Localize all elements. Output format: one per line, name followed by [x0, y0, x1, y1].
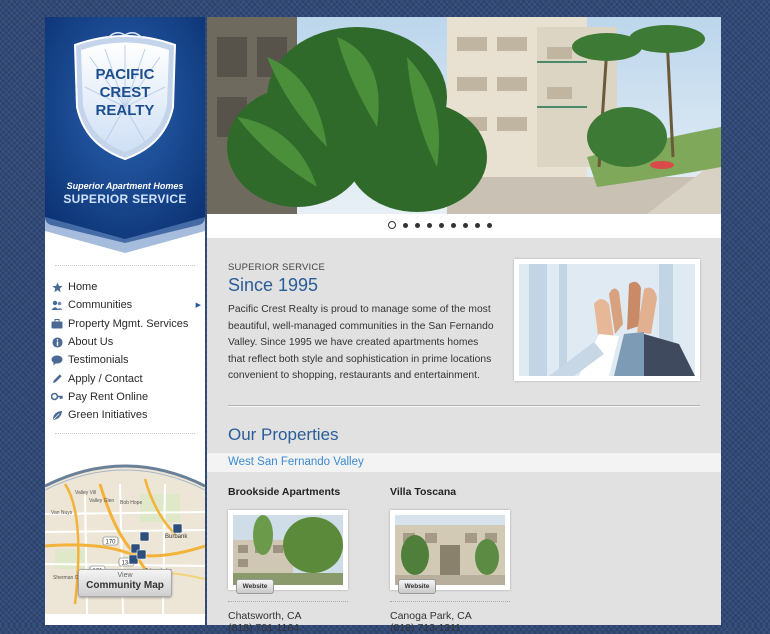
nav-label: Communities: [68, 299, 133, 312]
properties-heading: Our Properties: [228, 425, 339, 444]
main-content: SUPERIOR SERVICE Since 1995 Pacific Cres…: [207, 17, 721, 634]
property-photo-frame[interactable]: [390, 510, 510, 590]
property-city: Canoga Park, CA: [390, 610, 472, 622]
logo-text-3: REALTY: [96, 102, 155, 119]
pager-dot[interactable]: [388, 221, 396, 229]
nav-label: Pay Rent Online: [68, 390, 149, 403]
logo-banner[interactable]: PACIFIC CREST REALTY Superior Apartment …: [45, 17, 205, 261]
map-label-burbank: Burbank: [165, 534, 188, 540]
pager-dot[interactable]: [451, 223, 456, 228]
logo-text-2: CREST: [100, 84, 151, 101]
property-name[interactable]: Villa Toscana: [390, 486, 456, 498]
pager-dot[interactable]: [475, 223, 480, 228]
brookside-photo: [233, 515, 343, 585]
website-button[interactable]: Website: [398, 579, 436, 594]
nav-label: Green Initiatives: [68, 409, 148, 422]
key-icon: [51, 391, 63, 403]
main-nav: Home Communities ▶ Property Mgmt. Servic…: [51, 278, 203, 424]
speech-bubble-icon: [51, 354, 63, 366]
property-phone: (818) 701-1164: [228, 622, 300, 634]
intro-paragraph: Pacific Crest Realty is proud to manage …: [228, 304, 494, 381]
logo-text-1: PACIFIC: [96, 66, 155, 83]
villa-toscana-photo: [395, 515, 505, 585]
nav-item-about-us[interactable]: About Us: [51, 333, 203, 351]
info-icon: [51, 336, 63, 348]
tagline-strong: SUPERIOR SERVICE: [63, 192, 187, 206]
nav-label: About Us: [68, 336, 114, 349]
property-name[interactable]: Brookside Apartments: [228, 486, 340, 498]
section-divider: [228, 405, 700, 407]
nav-divider-bottom: [55, 433, 195, 434]
nav-divider-top: [55, 265, 195, 266]
tagline: Superior Apartment Homes: [66, 181, 184, 191]
card-divider: [228, 601, 348, 602]
region-link[interactable]: West San Fernando Valley: [228, 456, 364, 468]
nav-item-green-initiatives[interactable]: Green Initiatives: [51, 406, 203, 424]
map-label-bob-hope: Bob Hope: [120, 500, 142, 506]
pager-dot[interactable]: [463, 223, 468, 228]
pencil-icon: [51, 373, 63, 385]
hero-photo-apartments: [207, 17, 721, 214]
map-button-label: Community Map: [86, 580, 164, 591]
region-header: West San Fernando Valley: [207, 453, 721, 472]
property-phone: (818) 713-1311: [390, 622, 462, 634]
pager-dot[interactable]: [427, 223, 432, 228]
pager-dot[interactable]: [439, 223, 444, 228]
pacific-crest-logo: PACIFIC CREST REALTY: [45, 17, 205, 253]
map-button-small-label: View: [117, 572, 133, 579]
sidebar: PACIFIC CREST REALTY Superior Apartment …: [45, 17, 205, 625]
hands-together-image: [519, 264, 695, 376]
pager-dots: [388, 221, 492, 229]
map-label-valley-vill: Valley Vill: [75, 490, 96, 496]
star-icon: [51, 281, 63, 293]
route-label-170: 170: [105, 540, 116, 546]
nav-item-testimonials[interactable]: Testimonials: [51, 351, 203, 369]
view-community-map-button[interactable]: View Community Map: [78, 569, 172, 597]
teamwork-photo: [514, 259, 700, 381]
map-label-van-nuys: Van Nuys: [51, 510, 73, 516]
people-icon: [51, 299, 63, 311]
nav-item-property-mgmt[interactable]: Property Mgmt. Services: [51, 315, 203, 333]
nav-item-home[interactable]: Home: [51, 278, 203, 296]
pager-dot[interactable]: [415, 223, 420, 228]
nav-label: Property Mgmt. Services: [68, 317, 189, 330]
intro-kicker: SUPERIOR SERVICE: [228, 262, 325, 273]
nav-item-pay-rent[interactable]: Pay Rent Online: [51, 388, 203, 406]
intro-heading: Since 1995: [228, 275, 319, 295]
nav-item-communities[interactable]: Communities ▶: [51, 296, 203, 314]
slideshow-pager: [207, 214, 721, 238]
hero-slideshow-image: [207, 17, 721, 214]
property-photo-frame[interactable]: [228, 510, 348, 590]
leaf-icon: [51, 409, 63, 421]
briefcase-icon: [51, 318, 63, 330]
website-button[interactable]: Website: [236, 579, 274, 594]
submenu-arrow-icon: ▶: [195, 302, 201, 310]
pager-dot[interactable]: [403, 223, 408, 228]
card-divider: [390, 601, 510, 602]
pager-dot[interactable]: [487, 223, 492, 228]
property-city: Chatsworth, CA: [228, 610, 302, 622]
nav-label: Apply / Contact: [68, 372, 143, 385]
map-label-valley-glen: Valley Glen: [89, 498, 114, 504]
nav-item-apply-contact[interactable]: Apply / Contact: [51, 369, 203, 387]
nav-label: Home: [68, 281, 98, 294]
nav-label: Testimonials: [68, 354, 129, 367]
